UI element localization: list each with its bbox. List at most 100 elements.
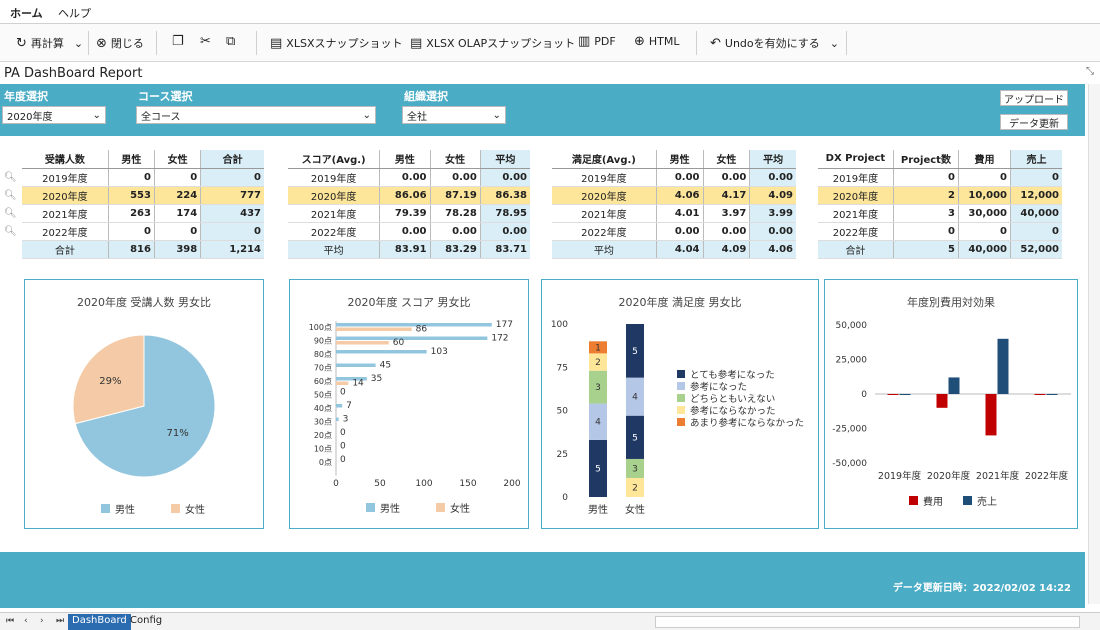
globe-icon: ⊕ (634, 34, 645, 49)
chevron-down-icon[interactable]: ⌄ (74, 37, 83, 50)
dx-project-table: DX Project Project数 費用 売上 2019年度 0 0 0 2020年度 2 10… (818, 150, 1062, 259)
table-cell: 0.00 (703, 168, 751, 187)
table-cell: 777 (200, 186, 264, 205)
next-sheet-icon[interactable]: › (40, 616, 44, 626)
recalc-label: 再計算 (30, 37, 64, 50)
table-cell: 40,000 (958, 240, 1012, 259)
year-select[interactable]: 2020年度 ⌄ (2, 106, 106, 124)
legend-label: とても参考になった (690, 369, 775, 381)
sheet-tab-config[interactable]: Config (126, 614, 166, 630)
row-label[interactable]: 2020年度 (22, 186, 109, 205)
table-row: 2020年度 553 224 777 (22, 186, 264, 205)
search-icon[interactable]: 🔍︎ (4, 208, 17, 219)
bar (899, 394, 911, 395)
table-cell: 86.06 (379, 186, 431, 205)
table-cell: 79.39 (379, 204, 431, 223)
tick-label: 70点 (314, 364, 332, 373)
table-cell: 0 (154, 168, 202, 187)
tab-help[interactable]: ヘルプ (58, 5, 91, 21)
chevron-down-icon[interactable]: ⌄ (830, 37, 839, 50)
row-label[interactable]: 2020年度 (818, 186, 894, 205)
table-cell: 0 (200, 222, 264, 241)
table-row: 2022年度 0.00 0.00 0.00 (288, 222, 530, 241)
upload-button[interactable]: アップロード (1000, 90, 1068, 106)
recalc-button[interactable]: ↻ 再計算 ⌄ (16, 35, 83, 51)
legend-label: どちらともいえない (690, 394, 775, 405)
html-button[interactable]: ⊕ HTML (634, 35, 680, 48)
search-icon[interactable]: 🔍︎ (4, 190, 17, 201)
search-icon[interactable]: 🔍︎ (4, 172, 17, 183)
table-cell: 4.04 (656, 240, 704, 259)
cut-button[interactable]: ✂ (200, 35, 211, 48)
table-row: 2021年度 79.39 78.28 78.95 (288, 204, 530, 223)
paste-icon: ⧉ (226, 34, 236, 49)
cut-icon: ✂ (200, 34, 211, 49)
bar (1046, 394, 1058, 395)
paste-button[interactable]: ⧉ (226, 35, 235, 48)
category-label: 2019年度 (878, 470, 922, 482)
data-label: 103 (431, 347, 448, 357)
bar (336, 327, 412, 331)
resize-icon[interactable]: ⤡ (1086, 66, 1094, 77)
chevron-down-icon: ⌄ (362, 109, 371, 121)
vertical-scrollbar[interactable] (1088, 84, 1100, 604)
sheet-icon: ▤ (270, 35, 283, 51)
legend-label: 女性 (185, 503, 205, 516)
table-row: 2019年度 0.00 0.00 0.00 (552, 168, 796, 187)
bar (336, 336, 488, 340)
prev-sheet-icon[interactable]: ‹ (24, 616, 28, 626)
legend-swatch (963, 496, 972, 505)
legend-swatch (677, 418, 685, 426)
row-label: 平均 (552, 240, 657, 259)
copy-button[interactable]: ❐ (172, 35, 184, 48)
legend-label: あまり参考にならなかった (690, 417, 804, 429)
tick-label: 30点 (314, 418, 332, 427)
row-label: 2022年度 (552, 222, 657, 241)
tab-home[interactable]: ホーム (10, 5, 43, 26)
category-label: 2020年度 (927, 470, 971, 482)
pdf-button[interactable]: ▥ PDF (578, 35, 616, 48)
refresh-data-button[interactable]: データ更新 (1000, 114, 1068, 130)
data-label: 2 (595, 358, 601, 368)
table-row: 2022年度 0 0 0 (818, 222, 1062, 241)
chevron-down-icon: ⌄ (492, 109, 501, 121)
table-cell: 83.71 (480, 240, 530, 259)
enrollment-table: 受講人数 男性 女性 合計 2019年度 0 0 0 2020年度 553 224 777 2021年度… (22, 150, 264, 259)
horizontal-scrollbar[interactable] (655, 616, 1080, 628)
row-label[interactable]: 2020年度 (288, 186, 381, 205)
xlsx-snapshot-button[interactable]: ▤ XLSXスナップショット (270, 35, 402, 51)
undo-button[interactable]: ↶ Undoを有効にする ⌄ (710, 35, 839, 51)
bar (936, 394, 948, 408)
course-select[interactable]: 全コース ⌄ (136, 106, 376, 124)
org-select[interactable]: 全社 ⌄ (402, 106, 506, 124)
first-sheet-icon[interactable]: ⏮ (6, 616, 14, 626)
data-label: 5 (632, 433, 638, 443)
table-cell: 3.99 (749, 204, 796, 223)
undo-label: Undoを有効にする (724, 37, 820, 50)
table-cell: 3.97 (703, 204, 751, 223)
course-value: 全コース (141, 111, 181, 123)
search-icon[interactable]: 🔍︎ (4, 226, 17, 237)
table-row: 合計 816 398 1,214 (22, 240, 264, 259)
last-updated-text: データ更新日時：2022/02/02 14:22 (892, 583, 1071, 594)
table-cell: 0 (893, 168, 959, 187)
data-label: 14 (352, 379, 364, 389)
last-sheet-icon[interactable]: ⏭ (56, 616, 64, 626)
olap-snapshot-button[interactable]: ▤ XLSX OLAPスナップショット (410, 35, 575, 51)
tick-label: 25 (557, 450, 568, 460)
legend-swatch (909, 496, 918, 505)
column-header: Project数 (893, 150, 959, 169)
row-label: 2019年度 (288, 168, 381, 187)
data-label: 1 (595, 343, 601, 353)
pie-chart-panel: 2020年度 受講人数 男女比 71% 29% 男性 女性 (24, 279, 264, 529)
table-cell: 4.17 (703, 186, 751, 205)
table-cell: 0 (958, 222, 1012, 241)
divider (156, 31, 157, 55)
legend-swatch (366, 503, 375, 512)
table-cell: 0.00 (656, 222, 704, 241)
close-button[interactable]: ⊗ 閉じる (96, 35, 144, 51)
copy-icon: ❐ (172, 34, 184, 49)
sheet-tab-dashboard[interactable]: DashBoard (68, 614, 131, 630)
row-label[interactable]: 2020年度 (552, 186, 657, 205)
legend-swatch (677, 394, 685, 402)
